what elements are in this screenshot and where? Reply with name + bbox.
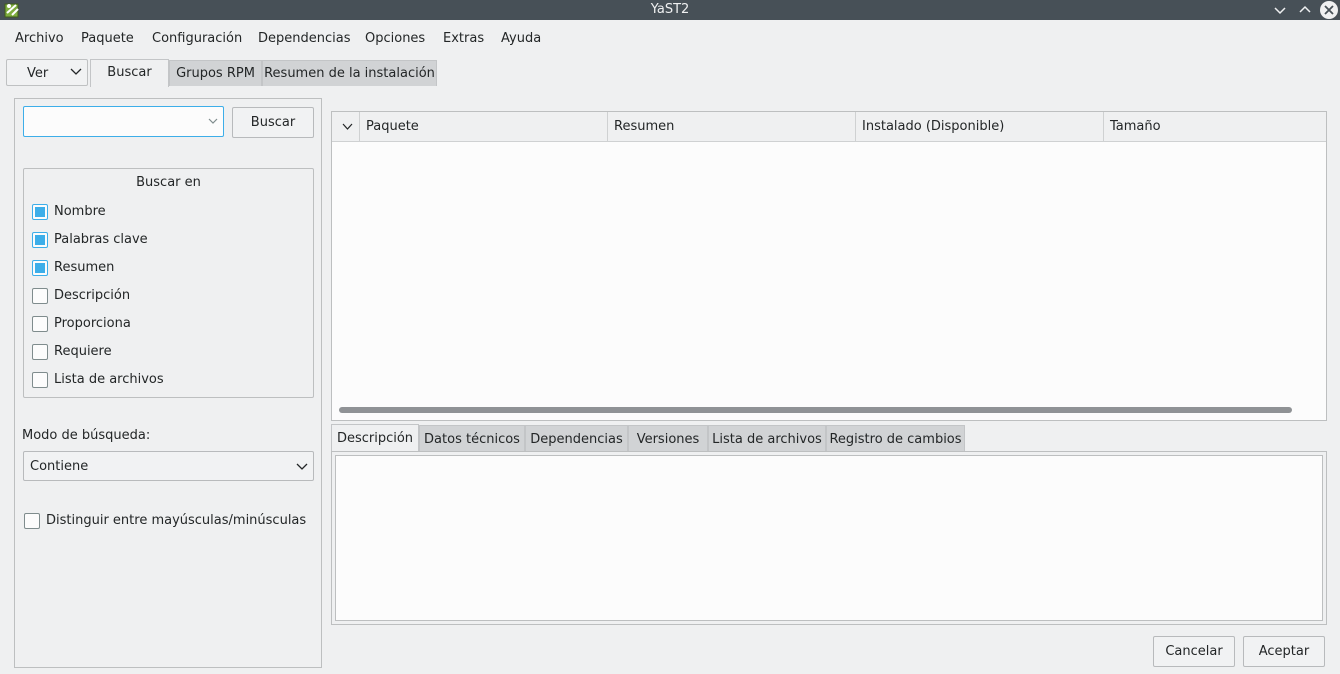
search-mode-select[interactable]: Contiene (23, 451, 314, 481)
checkbox-palabras-clave[interactable] (32, 232, 48, 248)
table-sort-toggle[interactable] (332, 112, 360, 142)
checkbox-label: Descripción (54, 288, 131, 303)
maximize-button[interactable] (1296, 1, 1314, 19)
checkbox-label: Lista de archivos (54, 372, 164, 387)
tab-versiones[interactable]: Versiones (628, 425, 708, 452)
table-header: Paquete Resumen Instalado (Disponible) T… (332, 112, 1326, 142)
chevron-up-icon (1299, 5, 1311, 13)
checkbox-requiere[interactable] (32, 344, 48, 360)
menu-dependencias[interactable]: Dependencias (256, 31, 353, 46)
chevron-down-icon (208, 118, 218, 124)
tab-resumen-instalacion[interactable]: Resumen de la instalación (262, 60, 437, 86)
menu-configuracion[interactable]: Configuración (150, 31, 244, 46)
window-title: YaST2 (650, 2, 690, 17)
checkbox-label: Nombre (54, 204, 106, 219)
search-in-title: Buscar en (136, 175, 201, 190)
search-mode-value: Contiene (30, 459, 89, 474)
chevron-down-icon (296, 463, 308, 470)
tab-dependencias[interactable]: Dependencias (525, 425, 628, 452)
checkbox-label: Resumen (54, 260, 115, 275)
column-paquete[interactable]: Paquete (360, 112, 608, 142)
description-text-area[interactable] (335, 455, 1323, 621)
chevron-down-icon (1274, 7, 1286, 15)
checkbox-descripcion[interactable] (32, 288, 48, 304)
checkbox-proporciona[interactable] (32, 316, 48, 332)
menu-extras[interactable]: Extras (441, 31, 486, 46)
minimize-button[interactable] (1271, 1, 1289, 19)
checkbox-case-sensitive[interactable] (24, 513, 40, 529)
view-dropdown[interactable]: Ver (6, 59, 88, 86)
checkbox-nombre[interactable] (32, 204, 48, 220)
chevron-down-icon (70, 68, 82, 75)
search-in-group (23, 168, 314, 398)
tab-datos-tecnicos[interactable]: Datos técnicos (419, 425, 525, 452)
search-button[interactable]: Buscar (232, 107, 314, 138)
title-bar: YaST2 (0, 0, 1340, 20)
menu-opciones[interactable]: Opciones (363, 31, 427, 46)
search-input[interactable] (23, 106, 224, 137)
column-instalado[interactable]: Instalado (Disponible) (856, 112, 1104, 142)
yast-app-icon (3, 1, 21, 19)
package-table (331, 111, 1327, 421)
menu-ayuda[interactable]: Ayuda (499, 31, 543, 46)
checkbox-label: Distinguir entre mayúsculas/minúsculas (46, 513, 307, 528)
view-dropdown-label: Ver (27, 66, 49, 81)
menu-archivo[interactable]: Archivo (13, 31, 66, 46)
menu-bar: Archivo Paquete Configuración Dependenci… (0, 24, 1340, 54)
checkbox-resumen[interactable] (32, 260, 48, 276)
checkbox-label: Palabras clave (54, 232, 148, 247)
search-mode-label: Modo de búsqueda: (22, 428, 151, 443)
tab-grupos-rpm[interactable]: Grupos RPM (169, 60, 262, 86)
checkbox-label: Requiere (54, 344, 112, 359)
accept-button[interactable]: Aceptar (1243, 636, 1325, 667)
menu-paquete[interactable]: Paquete (79, 31, 136, 46)
checkbox-lista-archivos[interactable] (32, 372, 48, 388)
checkbox-label: Proporciona (54, 316, 131, 331)
horizontal-scrollbar[interactable] (339, 407, 1292, 413)
close-icon (1320, 1, 1338, 19)
column-resumen[interactable]: Resumen (608, 112, 856, 142)
cancel-button[interactable]: Cancelar (1153, 636, 1235, 667)
tab-registro-cambios[interactable]: Registro de cambios (826, 425, 965, 452)
chevron-down-icon (342, 123, 353, 130)
tab-buscar[interactable]: Buscar (90, 59, 169, 87)
column-tamano[interactable]: Tamaño (1104, 112, 1326, 142)
tab-lista-archivos[interactable]: Lista de archivos (708, 425, 826, 452)
tab-descripcion[interactable]: Descripción (331, 424, 419, 453)
close-button[interactable] (1319, 0, 1339, 20)
